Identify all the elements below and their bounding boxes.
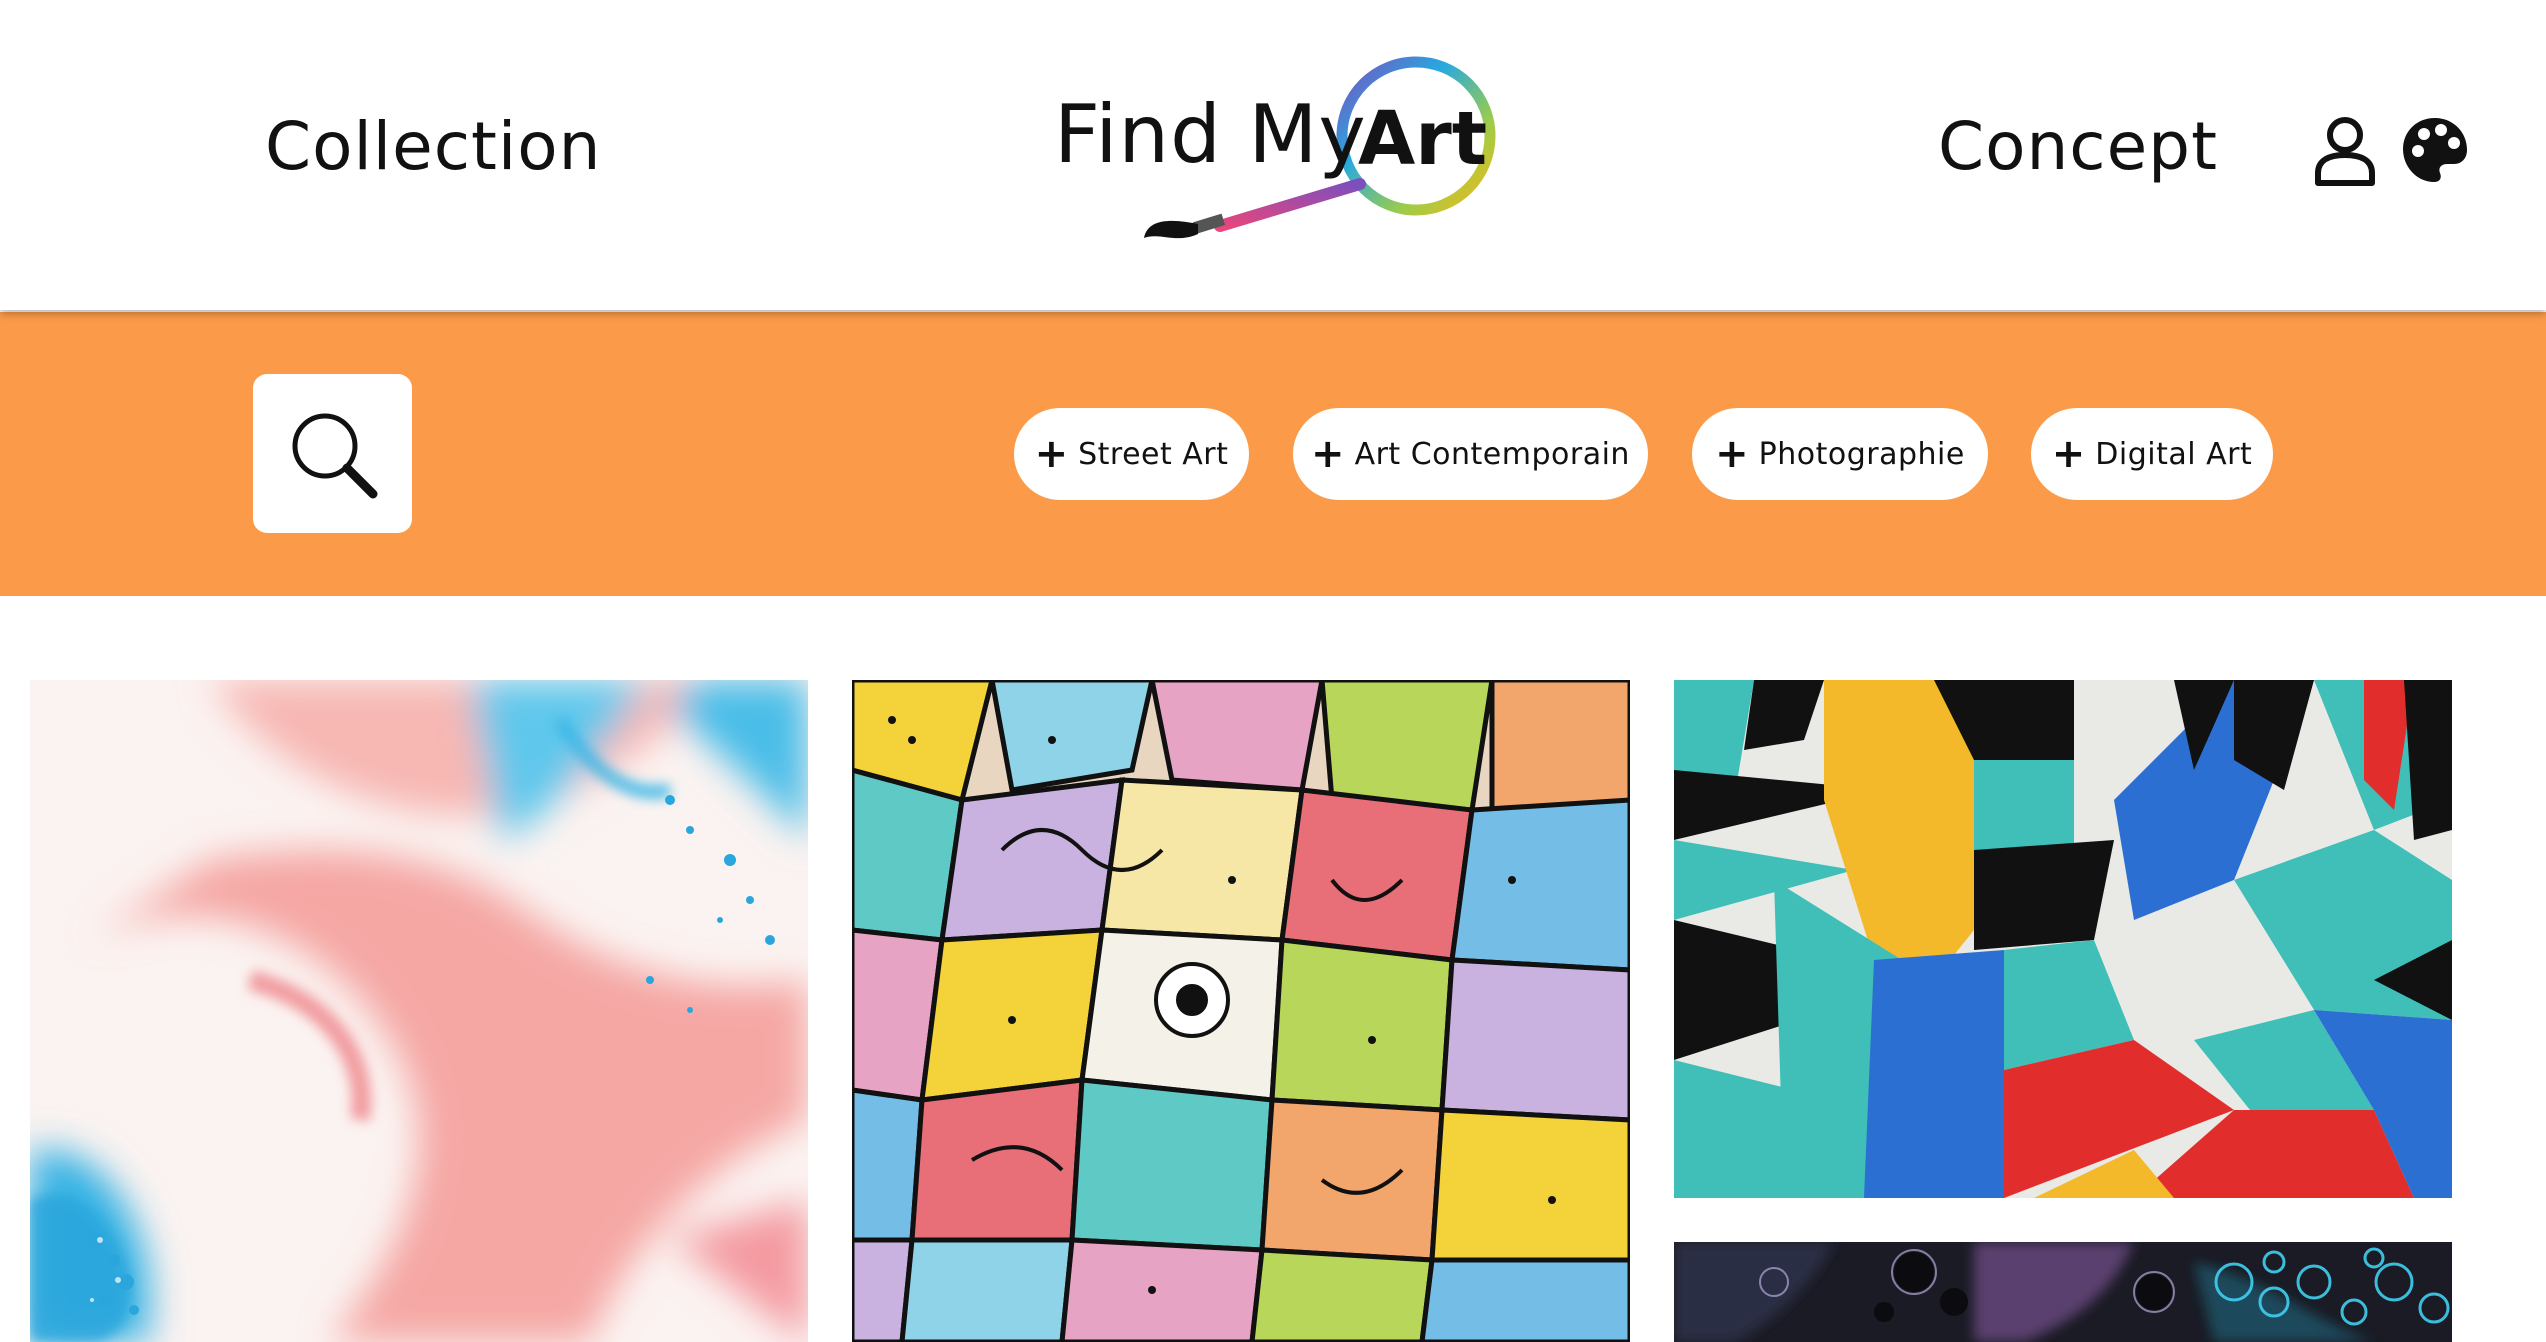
artwork-gallery: [0, 596, 2546, 1342]
plus-icon: +: [2051, 431, 2086, 477]
filter-chip-label: Photographie: [1758, 436, 1965, 472]
logo-text-accent: Art: [1358, 96, 1488, 182]
search-icon: [292, 413, 378, 499]
artwork-image: [1674, 680, 2452, 1198]
palette-icon: [2403, 118, 2467, 182]
filter-chip-label: Digital Art: [2095, 436, 2253, 472]
filter-chip-photographie[interactable]: + Photographie: [1692, 408, 1988, 500]
site-header: Collection Find My Art Concept: [0, 0, 2546, 310]
user-icon: [2315, 117, 2375, 186]
theme-palette-button[interactable]: [2400, 115, 2470, 185]
filter-chip-digital-art[interactable]: + Digital Art: [2031, 408, 2273, 500]
artwork-image: [30, 680, 808, 1342]
find-my-art-logo[interactable]: Find My Art: [1048, 48, 1510, 258]
artwork-image: [1674, 1242, 2452, 1342]
artwork-card-dark-fluid[interactable]: [1674, 1242, 2452, 1342]
nav-concept-link[interactable]: Concept: [1938, 108, 2218, 185]
plus-icon: +: [1311, 431, 1345, 477]
filter-chip-label: Street Art: [1078, 436, 1229, 472]
logo-text-main: Find My: [1054, 88, 1367, 181]
artwork-card-doodle-graffiti[interactable]: [852, 680, 1630, 1342]
artwork-card-fluid-pink-blue[interactable]: [30, 680, 808, 1342]
user-account-button[interactable]: [2312, 115, 2378, 187]
artwork-card-geometric-mural[interactable]: [1674, 680, 2452, 1198]
nav-collection-link[interactable]: Collection: [265, 108, 601, 185]
artwork-image: [852, 680, 1630, 1342]
filter-chip-art-contemporain[interactable]: + Art Contemporain: [1293, 408, 1648, 500]
plus-icon: +: [1034, 431, 1069, 477]
plus-icon: +: [1715, 431, 1749, 477]
filter-chip-street-art[interactable]: + Street Art: [1014, 408, 1249, 500]
filter-bar: + Street Art + Art Contemporain + Photog…: [0, 312, 2546, 596]
search-button[interactable]: [253, 374, 412, 533]
filter-chip-label: Art Contemporain: [1354, 436, 1630, 472]
